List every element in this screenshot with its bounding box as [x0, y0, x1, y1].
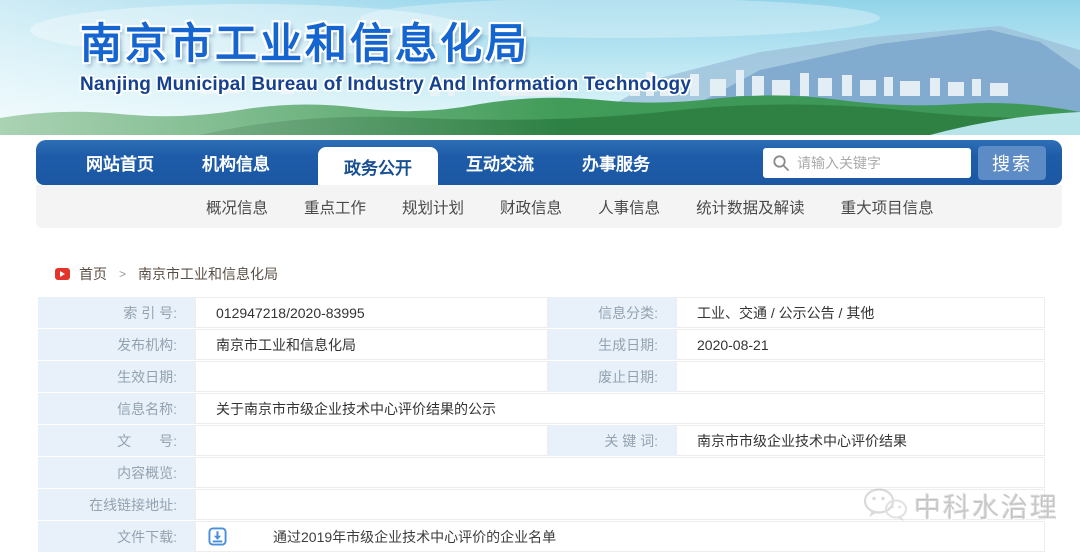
doc-number-label: 文 号: — [38, 425, 195, 456]
table-row: 索 引 号: 012947218/2020-83995 信息分类: 工业、交通 … — [38, 297, 1045, 328]
keywords-value: 南京市市级企业技术中心评价结果 — [676, 425, 1045, 456]
generate-date-value: 2020-08-21 — [676, 329, 1045, 360]
file-download-cell: 通过2019年市级企业技术中心评价的企业名单 — [195, 521, 1045, 552]
info-name-value: 关于南京市市级企业技术中心评价结果的公示 — [195, 393, 1045, 424]
nav-items: 网站首页 机构信息 政务公开 互动交流 办事服务 — [36, 140, 698, 185]
category-label: 信息分类: — [548, 297, 676, 328]
table-row: 文 号: 关 键 词: 南京市市级企业技术中心评价结果 — [38, 425, 1045, 456]
expiry-date-value — [676, 361, 1045, 392]
subnav-item-finance[interactable]: 财政信息 — [500, 196, 562, 218]
subnav-item-planning[interactable]: 规划计划 — [402, 196, 464, 218]
site-title-english: Nanjing Municipal Bureau of Industry And… — [80, 74, 691, 96]
nav-item-org-info[interactable]: 机构信息 — [202, 150, 270, 175]
breadcrumb-current: 南京市工业和信息化局 — [138, 264, 278, 284]
table-row: 信息名称: 关于南京市市级企业技术中心评价结果的公示 — [38, 393, 1045, 424]
breadcrumb-home-link[interactable]: 首页 — [79, 264, 107, 284]
search-button[interactable]: 搜索 — [978, 146, 1046, 180]
table-row: 在线链接地址: — [38, 489, 1045, 520]
summary-value — [195, 457, 1045, 488]
subnav-item-personnel[interactable]: 人事信息 — [598, 196, 660, 218]
download-icon[interactable] — [208, 527, 227, 546]
index-number-label: 索 引 号: — [38, 297, 195, 328]
search-input[interactable] — [763, 148, 971, 178]
keywords-label: 关 键 词: — [548, 425, 676, 456]
document-info-table: 索 引 号: 012947218/2020-83995 信息分类: 工业、交通 … — [38, 297, 1045, 553]
home-icon — [55, 268, 70, 280]
header-banner: 南京市工业和信息化局 Nanjing Municipal Bureau of I… — [0, 0, 1080, 135]
expiry-date-label: 废止日期: — [548, 361, 676, 392]
subnav-item-statistics[interactable]: 统计数据及解读 — [696, 196, 805, 218]
online-link-value — [195, 489, 1045, 520]
category-value: 工业、交通 / 公示公告 / 其他 — [676, 297, 1045, 328]
subnav-item-key-work[interactable]: 重点工作 — [304, 196, 366, 218]
table-row: 发布机构: 南京市工业和信息化局 生成日期: 2020-08-21 — [38, 329, 1045, 360]
table-row: 内容概览: — [38, 457, 1045, 488]
info-name-label: 信息名称: — [38, 393, 195, 424]
breadcrumb: 首页 > 南京市工业和信息化局 — [55, 264, 278, 284]
site-title: 南京市工业和信息化局 — [80, 10, 530, 71]
index-number-value: 012947218/2020-83995 — [195, 297, 548, 328]
breadcrumb-separator: > — [119, 267, 126, 281]
effective-date-value — [195, 361, 548, 392]
generate-date-label: 生成日期: — [548, 329, 676, 360]
nav-item-home[interactable]: 网站首页 — [86, 150, 154, 175]
file-download-label: 文件下载: — [38, 521, 195, 552]
summary-label: 内容概览: — [38, 457, 195, 488]
issuer-label: 发布机构: — [38, 329, 195, 360]
effective-date-label: 生效日期: — [38, 361, 195, 392]
doc-number-value — [195, 425, 548, 456]
nav-item-services[interactable]: 办事服务 — [582, 150, 650, 175]
sub-navbar: 概况信息 重点工作 规划计划 财政信息 人事信息 统计数据及解读 重大项目信息 — [36, 185, 1062, 228]
subnav-item-major-projects[interactable]: 重大项目信息 — [841, 196, 934, 218]
download-file-link[interactable]: 通过2019年市级企业技术中心评价的企业名单 — [273, 527, 556, 547]
search-area: 搜索 — [763, 140, 1046, 185]
issuer-value: 南京市工业和信息化局 — [195, 329, 548, 360]
table-row: 文件下载: 通过2019年市级企业技术中心评价的企业名单 — [38, 521, 1045, 552]
table-row: 生效日期: 废止日期: — [38, 361, 1045, 392]
subnav-item-overview[interactable]: 概况信息 — [206, 196, 268, 218]
main-navbar: 网站首页 机构信息 政务公开 互动交流 办事服务 搜索 — [36, 140, 1062, 185]
online-link-label: 在线链接地址: — [38, 489, 195, 520]
search-icon — [772, 154, 790, 172]
search-box — [763, 148, 971, 178]
nav-item-gov-disclosure-active[interactable]: 政务公开 — [318, 147, 438, 185]
nav-item-interaction[interactable]: 互动交流 — [466, 150, 534, 175]
